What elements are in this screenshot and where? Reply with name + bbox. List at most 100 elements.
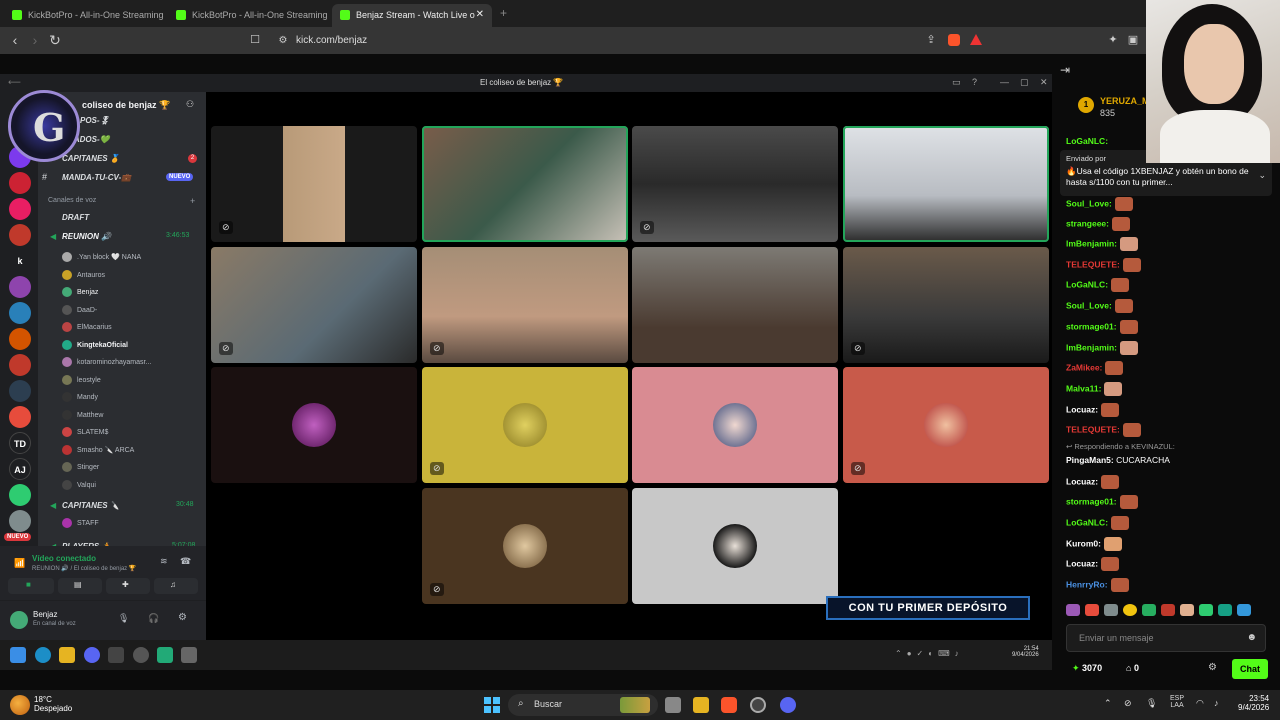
chat-message[interactable]: Soul_Love: — [1066, 299, 1133, 313]
avatar-tile[interactable]: ⊘ — [422, 367, 628, 483]
server-icon[interactable] — [9, 510, 31, 532]
voice-user[interactable]: Benjaz — [62, 287, 98, 299]
voice-user[interactable]: ElMacarius — [62, 322, 112, 334]
weather-icon[interactable] — [10, 695, 30, 715]
chat-username[interactable]: lmBenjamin: — [1066, 238, 1117, 248]
noise-suppression-icon[interactable]: ≋ — [160, 556, 168, 567]
channel-item[interactable]: MANDA-TU-CV-💼 — [62, 173, 131, 182]
weather-widget[interactable]: 18°C Despejado — [34, 695, 72, 713]
voice-user[interactable]: Mandy — [62, 392, 98, 404]
emote-button[interactable] — [1085, 604, 1099, 616]
chat-message[interactable]: LoGaNLC: — [1066, 278, 1130, 292]
avatar-tile[interactable]: ⊘ — [422, 488, 628, 604]
top-gifter-name[interactable]: YERUZA_M — [1100, 96, 1150, 106]
chat-username[interactable]: Locuaz: — [1066, 404, 1098, 414]
task-view-icon[interactable] — [665, 697, 681, 713]
chat-message[interactable]: PingaMan5: CUCARACHA — [1066, 455, 1170, 465]
microphone-icon[interactable]: 🎙 — [118, 613, 129, 624]
voice-user[interactable]: Smasho 🔪 ARCA — [62, 445, 134, 457]
video-tile[interactable]: ⊘ — [632, 126, 838, 242]
voice-channel-reunion[interactable]: REUNION 🔊 — [62, 232, 111, 241]
taskbar-search[interactable]: ⌕ Buscar — [508, 694, 658, 716]
chat-message[interactable]: LoGaNLC: — [1066, 516, 1130, 530]
emoji-icon[interactable]: ☻ — [1246, 632, 1257, 643]
bookmark-icon[interactable]: ☐ — [246, 32, 264, 50]
chat-username[interactable]: HenrryRo: — [1066, 579, 1108, 589]
browser-tab-3[interactable]: Benjaz Stream - Watch Live o ✕ — [332, 4, 492, 27]
avatar[interactable] — [10, 611, 28, 629]
voice-location[interactable]: REUNION 🔊 / El coliseo de benjaz 🏆 — [32, 565, 136, 572]
network-icon[interactable]: ⊘ — [1124, 698, 1132, 709]
chat-message[interactable]: Locuaz: — [1066, 557, 1120, 571]
chat-username[interactable]: Locuaz: — [1066, 476, 1098, 486]
url-field[interactable]: kick.com/benjaz — [296, 35, 367, 46]
video-tile[interactable]: ⊘ — [843, 247, 1049, 363]
tray-chevron-icon[interactable]: ⌃ — [1104, 698, 1112, 709]
emote-button[interactable] — [1218, 604, 1232, 616]
new-tab-button[interactable]: + — [500, 6, 507, 20]
volume-icon[interactable]: ♪ — [1214, 698, 1219, 708]
chat-username[interactable]: stormage01: — [1066, 321, 1117, 331]
camera-button[interactable]: ■ — [8, 578, 54, 594]
collapse-chat-icon[interactable]: ⇥ — [1060, 63, 1070, 77]
browser-tab-2[interactable]: KickBotPro - All-in-One Streaming To — [168, 4, 328, 27]
inbox-icon[interactable]: ▭ — [952, 77, 961, 88]
close-tab-icon[interactable]: ✕ — [476, 9, 484, 20]
avatar-tile[interactable] — [211, 367, 417, 483]
chat-message[interactable]: stormage01: — [1066, 495, 1138, 509]
chat-message[interactable]: Soul_Love: — [1066, 197, 1133, 211]
chat-username[interactable]: PingaMan5: — [1066, 455, 1114, 465]
file-explorer-icon[interactable] — [693, 697, 709, 713]
server-icon[interactable] — [9, 224, 31, 246]
invite-icon[interactable]: ⚇ — [186, 99, 194, 110]
chat-input[interactable]: Enviar un mensaje ☻ — [1066, 624, 1266, 652]
video-tile[interactable] — [843, 126, 1049, 242]
voice-user[interactable]: KingtekaOficial — [62, 340, 128, 352]
add-channel-icon[interactable]: + — [190, 196, 195, 206]
headphones-icon[interactable]: 🎧 — [148, 613, 159, 624]
emote-button[interactable] — [1237, 604, 1251, 616]
avatar-tile[interactable]: ⊘ — [843, 367, 1049, 483]
maximize-icon[interactable]: ▢ — [1020, 77, 1029, 88]
discord-taskbar-icon[interactable] — [780, 697, 796, 713]
gift-counter[interactable]: ⌂ 0 — [1126, 663, 1139, 673]
server-icon[interactable] — [9, 302, 31, 324]
emote-button[interactable] — [1199, 604, 1213, 616]
chat-username[interactable]: stormage01: — [1066, 496, 1117, 506]
chat-message[interactable]: ZaMikee: — [1066, 361, 1124, 375]
chat-username[interactable]: strangeee: — [1066, 218, 1109, 228]
avatar-tile[interactable] — [632, 367, 838, 483]
emote-button[interactable] — [1104, 604, 1118, 616]
chat-message[interactable]: TELEQUETE: — [1066, 423, 1141, 437]
chat-message[interactable]: Kurom0: — [1066, 537, 1122, 551]
help-icon[interactable]: ? — [972, 77, 977, 87]
server-icon[interactable] — [9, 172, 31, 194]
extensions-icon[interactable]: ✦ — [1104, 32, 1122, 50]
emote-button[interactable] — [1180, 604, 1194, 616]
voice-user[interactable]: leostyle — [62, 375, 101, 387]
browser-tab-1[interactable]: KickBotPro - All-in-One Streaming To — [4, 4, 164, 27]
video-tile[interactable]: ⊘ — [211, 247, 417, 363]
chat-username[interactable]: Soul_Love: — [1066, 198, 1112, 208]
reload-icon[interactable]: ↻ — [46, 32, 64, 50]
emote-button[interactable] — [1161, 604, 1175, 616]
site-info-icon[interactable]: ⚙ — [274, 32, 292, 50]
voice-channel-capitanes[interactable]: CAPITANES 🔪 — [62, 501, 120, 510]
voice-user[interactable]: Matthew — [62, 410, 103, 422]
start-icon[interactable] — [484, 697, 500, 713]
server-icon[interactable] — [9, 276, 31, 298]
server-icon[interactable] — [9, 380, 31, 402]
emote-button[interactable] — [1066, 604, 1080, 616]
chat-username[interactable]: TELEQUETE: — [1066, 259, 1120, 269]
obs-icon[interactable] — [750, 697, 766, 713]
server-icon[interactable] — [9, 406, 31, 428]
wifi-icon[interactable]: ◠ — [1196, 698, 1204, 709]
brave-browser-icon[interactable] — [721, 697, 737, 713]
video-tile[interactable] — [422, 126, 628, 242]
screenshare-button[interactable]: ▤ — [58, 578, 102, 594]
sidebar-icon[interactable]: ▣ — [1124, 32, 1142, 50]
server-icon[interactable] — [9, 328, 31, 350]
system-clock[interactable]: 23:54 9/4/2026 — [1238, 694, 1269, 712]
chat-username[interactable]: lmBenjamin: — [1066, 342, 1117, 352]
chat-message[interactable]: Locuaz: — [1066, 403, 1120, 417]
